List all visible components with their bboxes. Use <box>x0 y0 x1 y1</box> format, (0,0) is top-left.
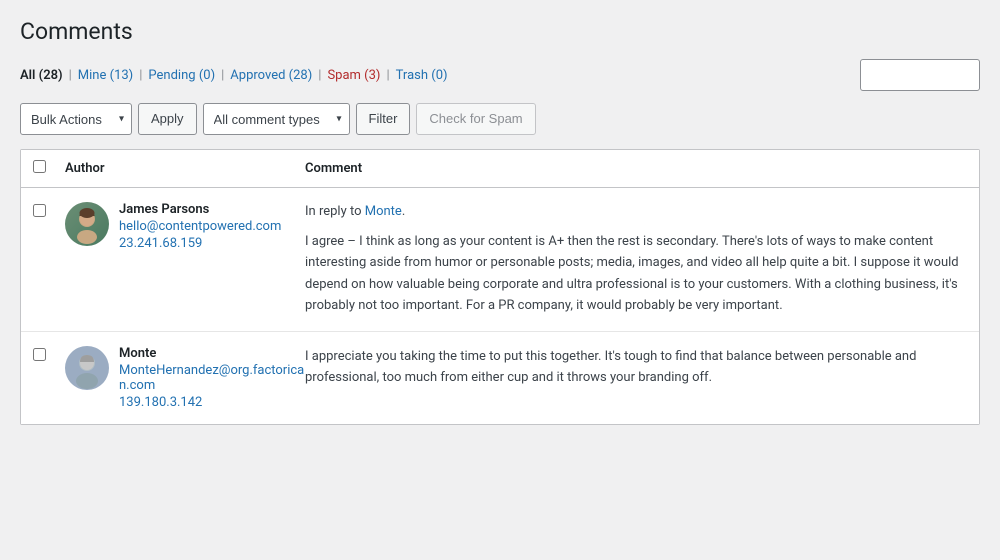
table-row: James Parsons hello@contentpowered.com 2… <box>21 188 979 332</box>
row-checkbox[interactable] <box>33 204 46 217</box>
bulk-actions-select[interactable]: Bulk Actions <box>20 103 132 135</box>
comment-types-select[interactable]: All comment types <box>203 103 350 135</box>
author-ip[interactable]: 23.241.68.159 <box>119 236 281 251</box>
comment-types-wrap: All comment types ▾ <box>203 103 350 135</box>
row-check-cell <box>33 202 65 221</box>
filter-pending[interactable]: Pending (0) <box>148 68 215 83</box>
comment-text: I agree – I think as long as your conten… <box>305 231 967 317</box>
author-email[interactable]: hello@contentpowered.com <box>119 219 281 234</box>
row-check-cell <box>33 346 65 365</box>
comment-cell: I appreciate you taking the time to put … <box>305 346 967 389</box>
avatar <box>65 346 109 390</box>
filter-approved[interactable]: Approved (28) <box>230 68 312 83</box>
row-checkbox[interactable] <box>33 348 46 361</box>
author-name: James Parsons <box>119 202 281 217</box>
author-info: James Parsons hello@contentpowered.com 2… <box>119 202 281 251</box>
search-input[interactable] <box>860 59 980 91</box>
author-ip[interactable]: 139.180.3.142 <box>119 395 305 410</box>
header-check-cell <box>33 160 65 177</box>
reply-to-link[interactable]: Monte <box>365 204 402 219</box>
bulk-actions-wrap: Bulk Actions ▾ <box>20 103 132 135</box>
apply-button[interactable]: Apply <box>138 103 197 135</box>
author-cell: Monte MonteHernandez@org.factorican.com … <box>65 346 305 410</box>
comment-cell: In reply to Monte. I agree – I think as … <box>305 202 967 317</box>
author-email[interactable]: MonteHernandez@org.factorican.com <box>119 363 305 393</box>
author-info: Monte MonteHernandez@org.factorican.com … <box>119 346 305 410</box>
filter-mine[interactable]: Mine (13) <box>78 68 133 83</box>
header-author: Author <box>65 161 305 176</box>
filter-button[interactable]: Filter <box>356 103 411 135</box>
filter-trash[interactable]: Trash (0) <box>396 68 448 83</box>
search-box <box>860 59 980 91</box>
check-spam-button[interactable]: Check for Spam <box>416 103 535 135</box>
reply-to: In reply to Monte. <box>305 202 967 223</box>
header-comment: Comment <box>305 161 967 176</box>
table-row: Monte MonteHernandez@org.factorican.com … <box>21 332 979 424</box>
filter-all[interactable]: All (28) <box>20 68 63 83</box>
comment-filter-links: All (28) | Mine (13) | Pending (0) | App… <box>20 59 980 91</box>
avatar <box>65 202 109 246</box>
table-header: Author Comment <box>21 150 979 188</box>
author-name: Monte <box>119 346 305 361</box>
comment-text: I appreciate you taking the time to put … <box>305 346 967 389</box>
filter-spam[interactable]: Spam (3) <box>327 68 380 83</box>
comments-table: Author Comment <box>20 149 980 425</box>
author-cell: James Parsons hello@contentpowered.com 2… <box>65 202 305 251</box>
select-all-checkbox[interactable] <box>33 160 46 173</box>
toolbar: Bulk Actions ▾ Apply All comment types ▾… <box>20 103 980 135</box>
page-title: Comments <box>20 18 980 45</box>
